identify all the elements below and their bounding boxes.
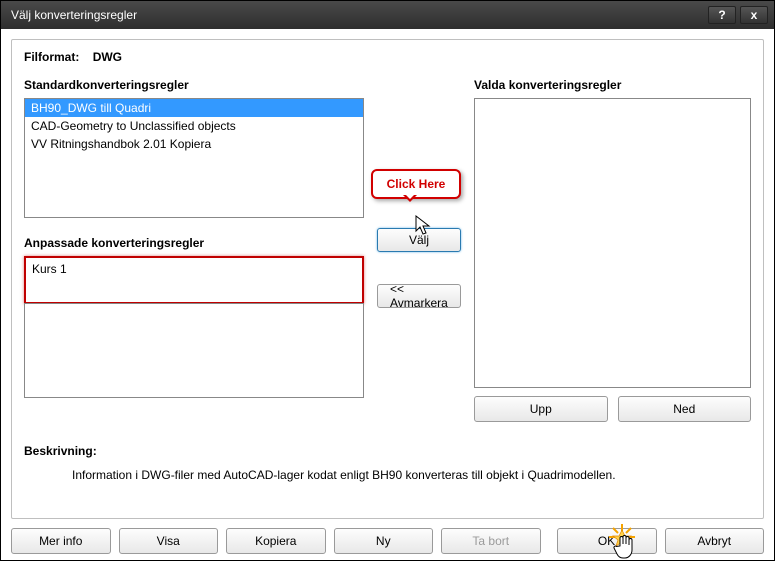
window-title: Välj konverteringsregler <box>11 8 704 22</box>
more-info-button[interactable]: Mer info <box>11 528 111 554</box>
custom-rules-list-extra[interactable] <box>24 303 364 398</box>
ok-button[interactable]: OK <box>557 528 657 554</box>
help-icon: ? <box>718 8 725 22</box>
deselect-button[interactable]: << Avmarkera <box>377 284 461 308</box>
new-button[interactable]: Ny <box>334 528 434 554</box>
delete-label: Ta bort <box>472 534 509 548</box>
cancel-button[interactable]: Avbryt <box>665 528 765 554</box>
list-item[interactable]: BH90_DWG till Quadri <box>25 99 363 117</box>
standard-rules-list[interactable]: BH90_DWG till Quadri CAD-Geometry to Unc… <box>24 98 364 218</box>
down-button[interactable]: Ned <box>618 396 752 422</box>
callout-text: Click Here <box>387 177 446 191</box>
select-button[interactable]: Välj <box>377 228 461 252</box>
copy-label: Kopiera <box>255 534 296 548</box>
up-button-label: Upp <box>530 402 552 416</box>
standard-rules-label: Standardkonverteringsregler <box>24 78 364 92</box>
file-format-value: DWG <box>93 50 122 64</box>
help-button[interactable]: ? <box>708 6 736 24</box>
list-item[interactable]: VV Ritningshandbok 2.01 Kopiera <box>25 135 363 153</box>
file-format-label: Filformat: <box>24 50 79 64</box>
close-icon: x <box>751 8 758 22</box>
custom-rules-label: Anpassade konverteringsregler <box>24 236 364 250</box>
close-button[interactable]: x <box>740 6 768 24</box>
file-format-row: Filformat: DWG <box>24 50 751 64</box>
description-text: Information i DWG-filer med AutoCAD-lage… <box>72 468 751 482</box>
callout-tooltip: Click Here <box>371 169 461 199</box>
copy-button[interactable]: Kopiera <box>226 528 326 554</box>
selected-rules-label: Valda konverteringsregler <box>474 78 751 92</box>
selected-rules-list[interactable] <box>474 98 751 388</box>
delete-button: Ta bort <box>441 528 541 554</box>
title-bar: Välj konverteringsregler ? x <box>1 1 774 29</box>
new-label: Ny <box>376 534 391 548</box>
dialog-frame: Filformat: DWG Standardkonverteringsregl… <box>11 39 764 519</box>
description-label: Beskrivning: <box>24 444 751 458</box>
ok-label: OK <box>598 534 615 548</box>
deselect-button-label: << Avmarkera <box>390 282 448 310</box>
show-label: Visa <box>157 534 180 548</box>
down-button-label: Ned <box>673 402 695 416</box>
custom-rules-list[interactable]: Kurs 1 <box>24 256 364 304</box>
show-button[interactable]: Visa <box>119 528 219 554</box>
list-item[interactable]: Kurs 1 <box>32 262 356 276</box>
cancel-label: Avbryt <box>697 534 731 548</box>
bottom-button-bar: Mer info Visa Kopiera Ny Ta bort OK <box>11 528 764 554</box>
list-item[interactable]: CAD-Geometry to Unclassified objects <box>25 117 363 135</box>
up-button[interactable]: Upp <box>474 396 608 422</box>
more-info-label: Mer info <box>39 534 82 548</box>
select-button-label: Välj <box>409 233 429 247</box>
dialog-content: Filformat: DWG Standardkonverteringsregl… <box>1 29 774 560</box>
